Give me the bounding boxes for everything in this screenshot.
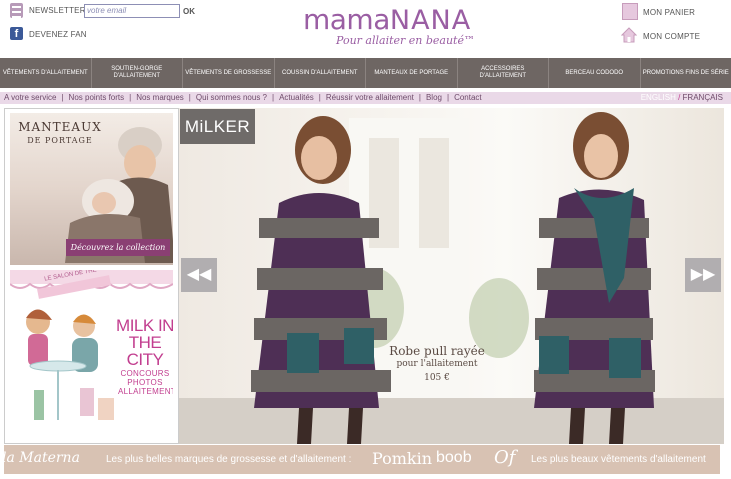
product-price: 105 € (424, 373, 450, 383)
brand-pomkin[interactable]: Pomkin (372, 449, 432, 468)
subnav-blog[interactable]: Blog (426, 92, 442, 104)
promo1-title: Manteaux de portage (10, 121, 110, 147)
subnav-contact[interactable]: Contact (454, 92, 482, 104)
brand-of[interactable]: Of (494, 447, 515, 468)
hero-photo (179, 112, 724, 444)
language-switcher: ENGLISH / FRANÇAIS (641, 92, 723, 104)
lang-english[interactable]: ENGLISH (641, 93, 676, 102)
promo-manteaux-portage[interactable]: Manteaux de portage Découvrez la collect… (10, 113, 173, 265)
promo-milk-in-the-city[interactable]: MILK IN THE CITY CONCOURS PHOTOS ALLAITE… (10, 270, 173, 442)
milk-contest-subtitle: CONCOURS PHOTOS ALLAITEMENT (118, 369, 173, 396)
milk-in-the-city-title: MILK IN THE CITY (116, 316, 173, 369)
nav-item-vetements-grossesse[interactable]: Vêtements de grossesse (183, 58, 275, 88)
newsletter-ok-button[interactable]: OK (183, 7, 195, 16)
newsletter-label: NEWSLETTER (29, 6, 86, 15)
email-input[interactable]: votre email (84, 4, 180, 18)
site-logo[interactable]: mamaNANA (303, 4, 471, 37)
logo-mama: mama (303, 3, 390, 36)
nav-item-berceau[interactable]: Berceau Cododo (549, 58, 641, 88)
product-name: Robe pull rayée (389, 344, 485, 358)
slider-next-button[interactable]: ▶▶ (685, 258, 721, 292)
brand-boob[interactable]: boob (436, 449, 472, 467)
nav-item-soutien-gorge[interactable]: Soutien-gorge d'allaitement (92, 58, 183, 88)
site-tagline: Pour allaiter en beauté™ (336, 34, 475, 47)
logo-nana: NANA (389, 5, 472, 36)
slider-prev-button[interactable]: ◀◀ (181, 258, 217, 292)
subnav-qui-sommes-nous[interactable]: Qui sommes nous ? (196, 92, 267, 104)
subnav-marques[interactable]: Nos marques (136, 92, 184, 104)
subnav-points-forts[interactable]: Nos points forts (69, 92, 125, 104)
nav-item-accessoires[interactable]: Accessoires d'allaitement (458, 58, 549, 88)
home-icon[interactable] (621, 27, 637, 43)
brands-intro-text: Les plus belles marques de grossesse et … (106, 454, 352, 465)
promo1-title-line1: Manteaux (18, 120, 102, 134)
facebook-fan-link[interactable]: DEVENEZ FAN (29, 30, 87, 39)
newsletter-icon (10, 3, 23, 18)
secondary-nav: A votre service | Nos points forts | Nos m… (0, 92, 731, 104)
subnav-reussir[interactable]: Réussir votre allaitement (326, 92, 414, 104)
subnav-actualites[interactable]: Actualités (279, 92, 314, 104)
brand-badge-milker: MiLKER (180, 109, 255, 144)
brands-strip: la Materna Les plus belles marques de gr… (4, 445, 720, 474)
product-caption[interactable]: Robe pull rayée pour l'allaitement 105 € (379, 344, 495, 386)
nav-item-vetements-allaitement[interactable]: Vêtements d'allaitement (0, 58, 92, 88)
subnav-service[interactable]: A votre service (4, 92, 56, 104)
lang-francais[interactable]: FRANÇAIS (683, 93, 723, 102)
brand-la-materna[interactable]: la Materna (4, 450, 80, 466)
brands-outro-text: Les plus beaux vêtements d'allaitement (531, 454, 706, 465)
facebook-icon[interactable]: f (10, 27, 23, 40)
nav-item-promotions[interactable]: Promotions fins de série (641, 58, 731, 88)
nav-item-manteaux[interactable]: Manteaux de portage (366, 58, 458, 88)
cart-link[interactable]: MON PANIER (643, 8, 695, 17)
account-link[interactable]: MON COMPTE (643, 32, 700, 41)
product-subtitle: pour l'allaitement (396, 359, 478, 369)
promo1-title-line2: de portage (27, 136, 93, 145)
nav-item-coussin[interactable]: Coussin d'allaitement (275, 58, 366, 88)
discover-collection-button[interactable]: Découvrez la collection (66, 239, 170, 256)
lang-separator: / (678, 93, 681, 102)
hero-slider[interactable] (179, 108, 724, 444)
main-nav: Vêtements d'allaitement Soutien-gorge d'… (0, 58, 731, 88)
shopping-bag-icon[interactable] (622, 3, 638, 20)
